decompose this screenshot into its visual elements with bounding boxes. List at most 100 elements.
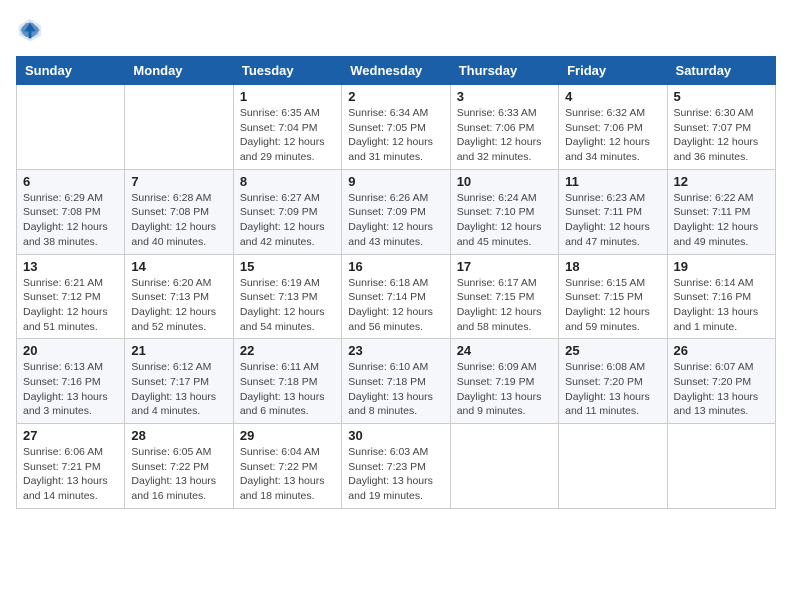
day-number: 6 bbox=[23, 174, 118, 189]
calendar-cell: 9 Sunrise: 6:26 AMSunset: 7:09 PMDaylight… bbox=[342, 169, 450, 254]
calendar-cell: 5 Sunrise: 6:30 AMSunset: 7:07 PMDaylight… bbox=[667, 85, 775, 170]
day-number: 25 bbox=[565, 343, 660, 358]
calendar-cell: 18Sunrise: 6:15 AMSunset: 7:15 PMDayligh… bbox=[559, 254, 667, 339]
day-info: Sunrise: 6:30 AMSunset: 7:07 PMDaylight:… bbox=[674, 106, 769, 165]
calendar-cell bbox=[450, 424, 558, 509]
day-number: 14 bbox=[131, 259, 226, 274]
weekday-header-thursday: Thursday bbox=[450, 57, 558, 85]
calendar-week-row: 1 Sunrise: 6:35 AMSunset: 7:04 PMDaylight… bbox=[17, 85, 776, 170]
calendar-cell: 23Sunrise: 6:10 AMSunset: 7:18 PMDayligh… bbox=[342, 339, 450, 424]
calendar-cell: 15Sunrise: 6:19 AMSunset: 7:13 PMDayligh… bbox=[233, 254, 341, 339]
calendar-cell: 30 Sunrise: 6:03 AMSunset: 7:23 PMDayligh… bbox=[342, 424, 450, 509]
calendar-header-row: SundayMondayTuesdayWednesdayThursdayFrid… bbox=[17, 57, 776, 85]
day-info: Sunrise: 6:14 AMSunset: 7:16 PMDaylight:… bbox=[674, 276, 769, 335]
day-info: Sunrise: 6:11 AMSunset: 7:18 PMDaylight:… bbox=[240, 360, 335, 419]
weekday-header-sunday: Sunday bbox=[17, 57, 125, 85]
day-number: 22 bbox=[240, 343, 335, 358]
calendar-week-row: 20 Sunrise: 6:13 AMSunset: 7:16 PMDayligh… bbox=[17, 339, 776, 424]
day-number: 2 bbox=[348, 89, 443, 104]
day-info: Sunrise: 6:33 AMSunset: 7:06 PMDaylight:… bbox=[457, 106, 552, 165]
day-number: 9 bbox=[348, 174, 443, 189]
day-number: 15 bbox=[240, 259, 335, 274]
calendar-cell bbox=[17, 85, 125, 170]
day-info: Sunrise: 6:20 AMSunset: 7:13 PMDaylight:… bbox=[131, 276, 226, 335]
calendar-cell: 26 Sunrise: 6:07 AMSunset: 7:20 PMDayligh… bbox=[667, 339, 775, 424]
calendar-cell: 21 Sunrise: 6:12 AMSunset: 7:17 PMDayligh… bbox=[125, 339, 233, 424]
day-number: 26 bbox=[674, 343, 769, 358]
calendar-cell bbox=[667, 424, 775, 509]
day-number: 23 bbox=[348, 343, 443, 358]
calendar-cell: 1 Sunrise: 6:35 AMSunset: 7:04 PMDaylight… bbox=[233, 85, 341, 170]
day-info: Sunrise: 6:23 AMSunset: 7:11 PMDaylight:… bbox=[565, 191, 660, 250]
day-info: Sunrise: 6:26 AMSunset: 7:09 PMDaylight:… bbox=[348, 191, 443, 250]
day-info: Sunrise: 6:03 AMSunset: 7:23 PMDaylight:… bbox=[348, 445, 443, 504]
weekday-header-saturday: Saturday bbox=[667, 57, 775, 85]
day-info: Sunrise: 6:12 AMSunset: 7:17 PMDaylight:… bbox=[131, 360, 226, 419]
calendar-cell: 11 Sunrise: 6:23 AMSunset: 7:11 PMDayligh… bbox=[559, 169, 667, 254]
day-number: 24 bbox=[457, 343, 552, 358]
weekday-header-wednesday: Wednesday bbox=[342, 57, 450, 85]
calendar-table: SundayMondayTuesdayWednesdayThursdayFrid… bbox=[16, 56, 776, 509]
day-number: 18 bbox=[565, 259, 660, 274]
calendar-cell: 6 Sunrise: 6:29 AMSunset: 7:08 PMDaylight… bbox=[17, 169, 125, 254]
day-info: Sunrise: 6:08 AMSunset: 7:20 PMDaylight:… bbox=[565, 360, 660, 419]
day-number: 12 bbox=[674, 174, 769, 189]
calendar-cell: 3Sunrise: 6:33 AMSunset: 7:06 PMDaylight… bbox=[450, 85, 558, 170]
calendar-cell: 19 Sunrise: 6:14 AMSunset: 7:16 PMDayligh… bbox=[667, 254, 775, 339]
calendar-cell: 12 Sunrise: 6:22 AMSunset: 7:11 PMDayligh… bbox=[667, 169, 775, 254]
day-number: 30 bbox=[348, 428, 443, 443]
day-number: 29 bbox=[240, 428, 335, 443]
day-info: Sunrise: 6:17 AMSunset: 7:15 PMDaylight:… bbox=[457, 276, 552, 335]
day-number: 28 bbox=[131, 428, 226, 443]
logo-icon bbox=[16, 16, 44, 44]
calendar-cell bbox=[125, 85, 233, 170]
calendar-cell: 22 Sunrise: 6:11 AMSunset: 7:18 PMDayligh… bbox=[233, 339, 341, 424]
calendar-cell: 25 Sunrise: 6:08 AMSunset: 7:20 PMDayligh… bbox=[559, 339, 667, 424]
calendar-cell: 17 Sunrise: 6:17 AMSunset: 7:15 PMDayligh… bbox=[450, 254, 558, 339]
calendar-cell: 27Sunrise: 6:06 AMSunset: 7:21 PMDayligh… bbox=[17, 424, 125, 509]
calendar-cell bbox=[559, 424, 667, 509]
weekday-header-tuesday: Tuesday bbox=[233, 57, 341, 85]
calendar-week-row: 27Sunrise: 6:06 AMSunset: 7:21 PMDayligh… bbox=[17, 424, 776, 509]
calendar-cell: 2Sunrise: 6:34 AMSunset: 7:05 PMDaylight… bbox=[342, 85, 450, 170]
day-number: 5 bbox=[674, 89, 769, 104]
day-info: Sunrise: 6:27 AMSunset: 7:09 PMDaylight:… bbox=[240, 191, 335, 250]
calendar-cell: 24 Sunrise: 6:09 AMSunset: 7:19 PMDayligh… bbox=[450, 339, 558, 424]
calendar-cell: 14 Sunrise: 6:20 AMSunset: 7:13 PMDayligh… bbox=[125, 254, 233, 339]
day-info: Sunrise: 6:07 AMSunset: 7:20 PMDaylight:… bbox=[674, 360, 769, 419]
day-info: Sunrise: 6:28 AMSunset: 7:08 PMDaylight:… bbox=[131, 191, 226, 250]
header bbox=[16, 16, 776, 44]
day-number: 20 bbox=[23, 343, 118, 358]
calendar-cell: 10 Sunrise: 6:24 AMSunset: 7:10 PMDayligh… bbox=[450, 169, 558, 254]
calendar-week-row: 13Sunrise: 6:21 AMSunset: 7:12 PMDayligh… bbox=[17, 254, 776, 339]
day-number: 8 bbox=[240, 174, 335, 189]
day-number: 1 bbox=[240, 89, 335, 104]
calendar-cell: 20 Sunrise: 6:13 AMSunset: 7:16 PMDayligh… bbox=[17, 339, 125, 424]
calendar-week-row: 6 Sunrise: 6:29 AMSunset: 7:08 PMDaylight… bbox=[17, 169, 776, 254]
day-number: 7 bbox=[131, 174, 226, 189]
calendar-cell: 28 Sunrise: 6:05 AMSunset: 7:22 PMDayligh… bbox=[125, 424, 233, 509]
day-info: Sunrise: 6:21 AMSunset: 7:12 PMDaylight:… bbox=[23, 276, 118, 335]
day-info: Sunrise: 6:32 AMSunset: 7:06 PMDaylight:… bbox=[565, 106, 660, 165]
day-info: Sunrise: 6:29 AMSunset: 7:08 PMDaylight:… bbox=[23, 191, 118, 250]
day-number: 10 bbox=[457, 174, 552, 189]
calendar-cell: 7 Sunrise: 6:28 AMSunset: 7:08 PMDaylight… bbox=[125, 169, 233, 254]
day-info: Sunrise: 6:13 AMSunset: 7:16 PMDaylight:… bbox=[23, 360, 118, 419]
calendar-cell: 8 Sunrise: 6:27 AMSunset: 7:09 PMDaylight… bbox=[233, 169, 341, 254]
day-number: 16 bbox=[348, 259, 443, 274]
day-number: 21 bbox=[131, 343, 226, 358]
weekday-header-monday: Monday bbox=[125, 57, 233, 85]
day-number: 4 bbox=[565, 89, 660, 104]
day-number: 11 bbox=[565, 174, 660, 189]
day-number: 17 bbox=[457, 259, 552, 274]
calendar-cell: 29 Sunrise: 6:04 AMSunset: 7:22 PMDayligh… bbox=[233, 424, 341, 509]
day-info: Sunrise: 6:22 AMSunset: 7:11 PMDaylight:… bbox=[674, 191, 769, 250]
day-info: Sunrise: 6:24 AMSunset: 7:10 PMDaylight:… bbox=[457, 191, 552, 250]
day-info: Sunrise: 6:09 AMSunset: 7:19 PMDaylight:… bbox=[457, 360, 552, 419]
day-info: Sunrise: 6:05 AMSunset: 7:22 PMDaylight:… bbox=[131, 445, 226, 504]
day-info: Sunrise: 6:06 AMSunset: 7:21 PMDaylight:… bbox=[23, 445, 118, 504]
calendar-cell: 16Sunrise: 6:18 AMSunset: 7:14 PMDayligh… bbox=[342, 254, 450, 339]
day-info: Sunrise: 6:35 AMSunset: 7:04 PMDaylight:… bbox=[240, 106, 335, 165]
day-number: 19 bbox=[674, 259, 769, 274]
day-info: Sunrise: 6:04 AMSunset: 7:22 PMDaylight:… bbox=[240, 445, 335, 504]
